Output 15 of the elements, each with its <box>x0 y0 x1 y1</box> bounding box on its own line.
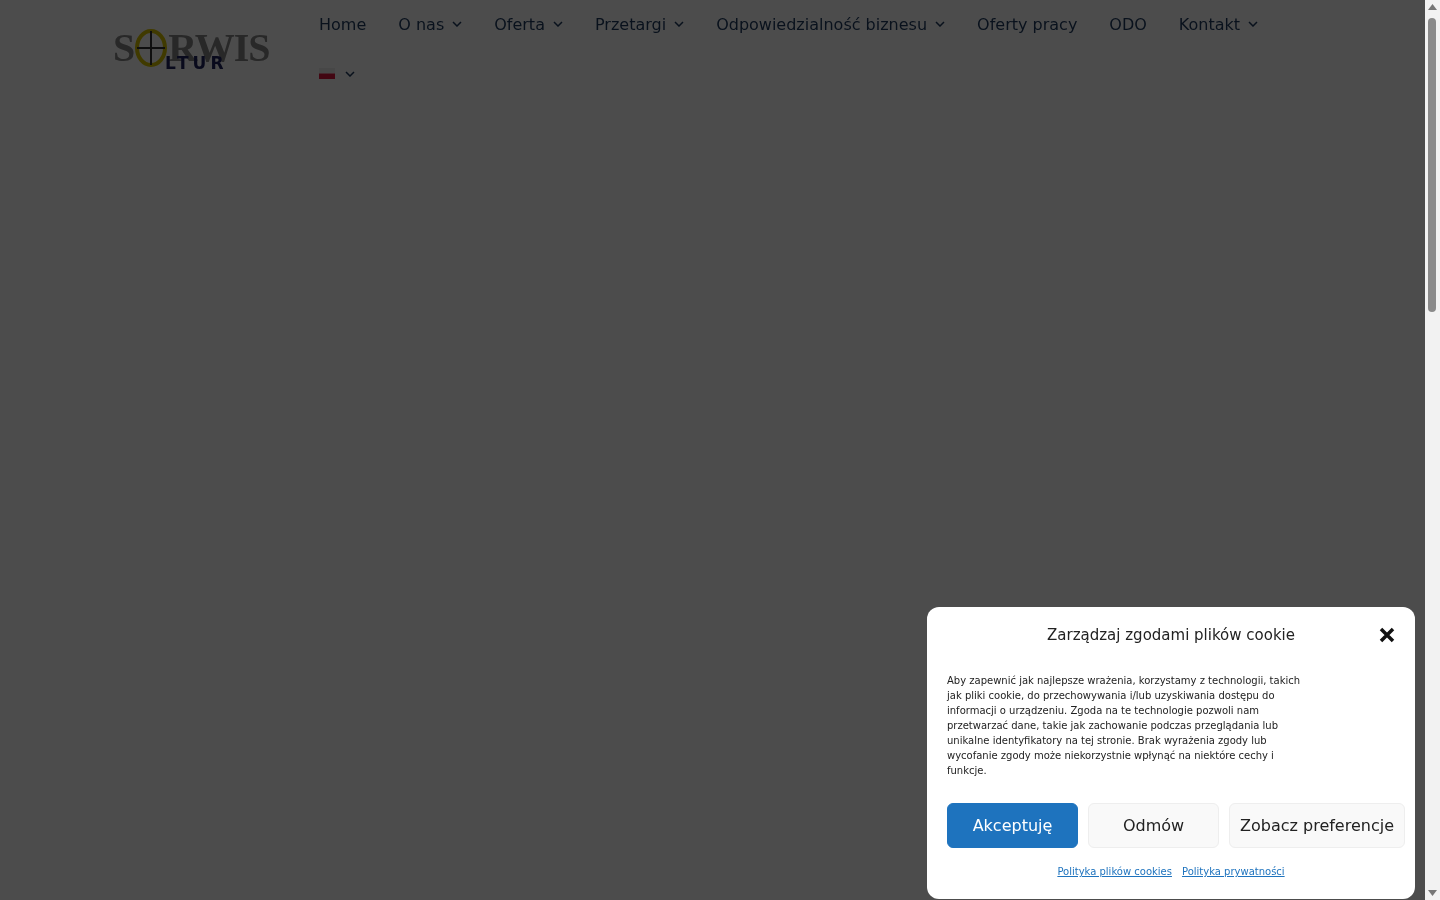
close-icon[interactable] <box>1379 627 1395 643</box>
policy-link[interactable]: Polityka plików cookies <box>1057 866 1172 877</box>
policy-link[interactable]: Polityka prywatności <box>1181 866 1285 877</box>
scrollbar-thumb[interactable] <box>1428 18 1436 312</box>
consent-text: Aby zapewnić jak najlepsze wrażenia, korzystamy z technologii, takich jak pliki cookie, do przechowywania i/lub uzyskiwania dostępu do informacji o urządzeniu. Zgoda na te technologie pozwoli nam przetwarzać dane, takie jak zachowanie podczas przeglądania lub unikalne identyfikatory na tej stronie. Brak wyrażenia zgody lub wycofanie zgody może niekorzystnie wpłynąć na niektóre cechy i funkcje. <box>947 674 1302 778</box>
accept-button[interactable]: Akceptuję <box>947 803 1078 848</box>
nav-link[interactable]: ODO <box>1109 14 1147 34</box>
nav-link[interactable]: Home <box>319 14 367 34</box>
banner-title: Zarządzaj zgodami plików cookie <box>1047 626 1295 644</box>
scrollbar[interactable] <box>1425 0 1440 900</box>
nav-link[interactable]: Oferty pracy <box>977 14 1078 34</box>
scroll-up-icon[interactable] <box>1428 4 1437 10</box>
banner-button[interactable]: Odmów <box>1088 803 1219 848</box>
scroll-down-icon[interactable] <box>1428 890 1437 896</box>
banner-button[interactable]: Zobacz preferencje <box>1229 803 1405 848</box>
